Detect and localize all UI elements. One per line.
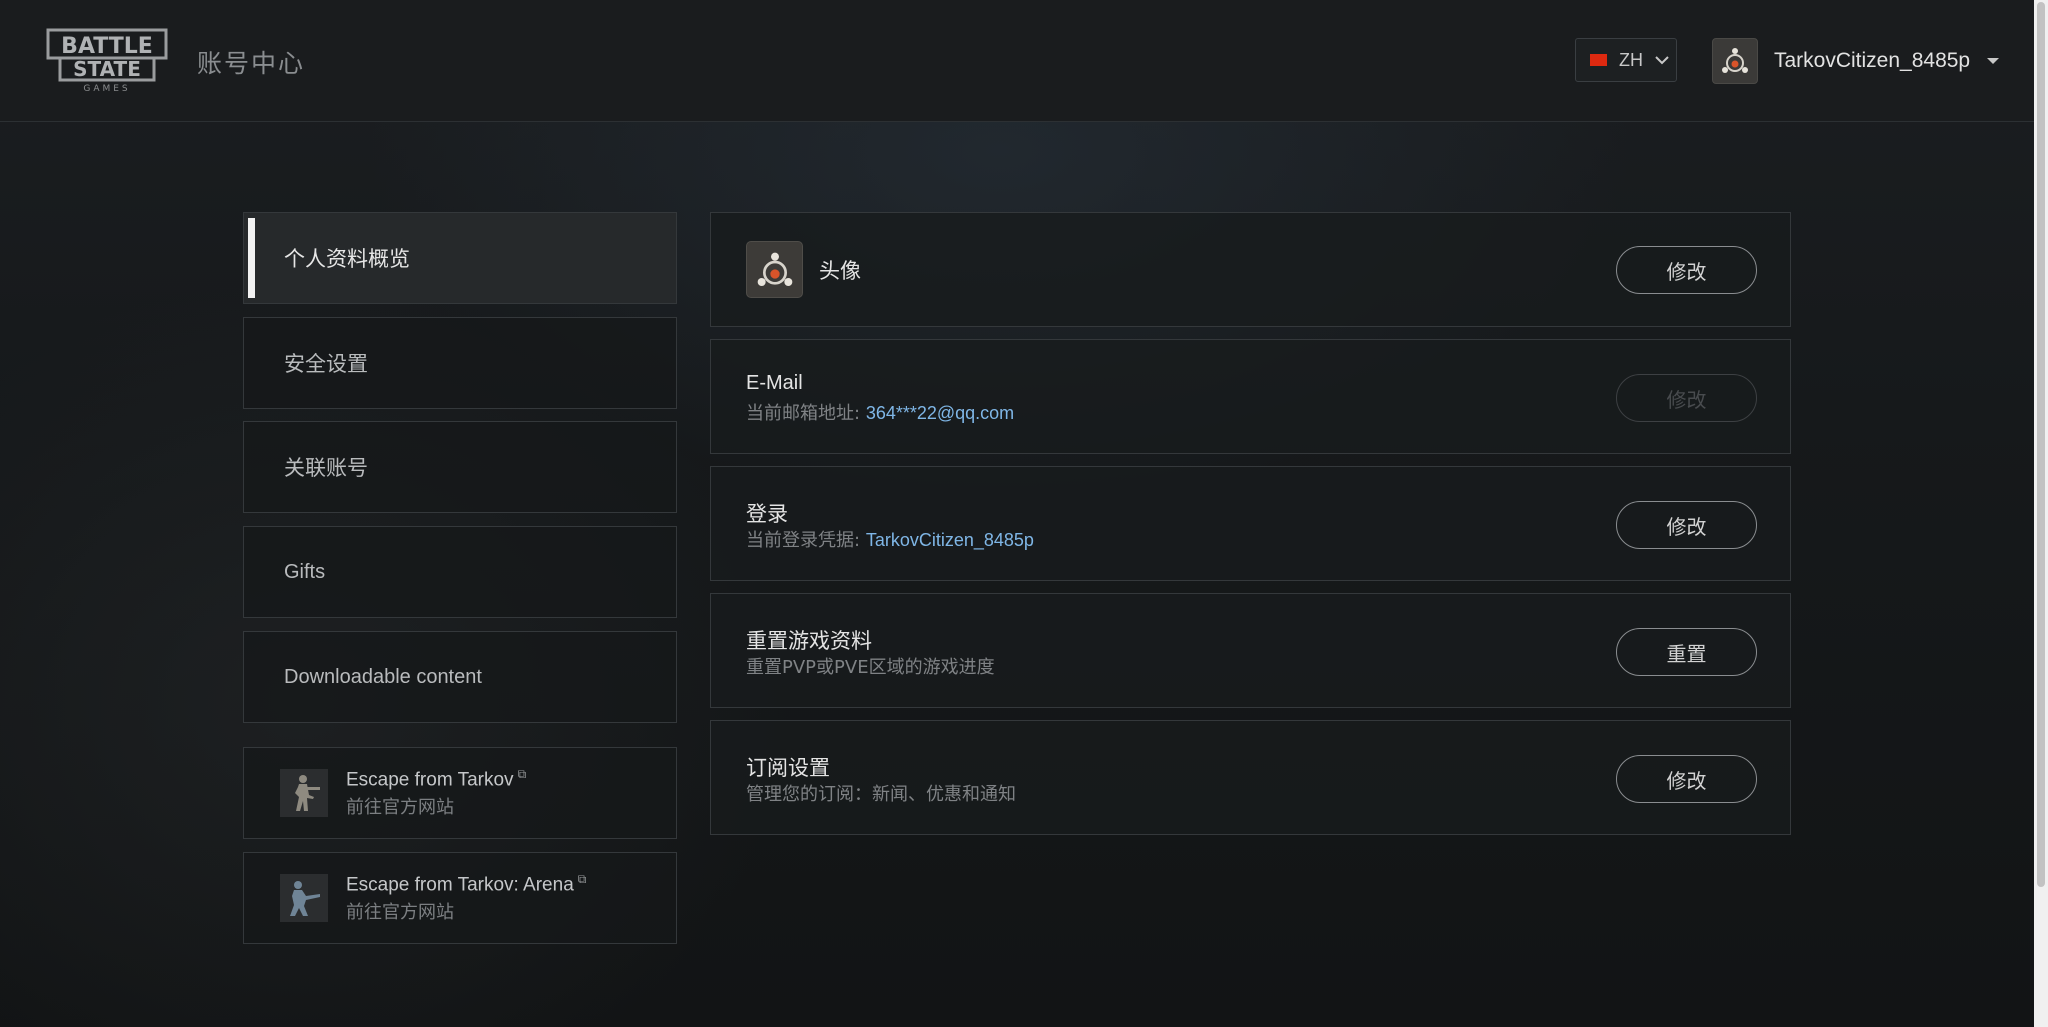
card-title: E-Mail <box>746 372 803 394</box>
game-link-title: Escape from Tarkov: Arena ⧉ <box>346 871 587 896</box>
edit-login-button[interactable]: 修改 <box>1616 501 1757 549</box>
card-title: 重置游戏资料 <box>746 629 872 653</box>
sidebar-link-escape-from-tarkov[interactable]: Escape from Tarkov ⧉ 前往官方网站 <box>243 747 677 839</box>
profile-avatar-icon <box>746 241 803 298</box>
subscription-card: 订阅设置 管理您的订阅：新闻、优惠和通知 修改 <box>710 720 1791 835</box>
active-indicator <box>248 218 255 298</box>
sidebar-item-label: Gifts <box>284 560 326 583</box>
tarkov-soldier-icon <box>280 769 328 817</box>
top-header: BATTLE STATE GAMES 账号中心 ZH TarkovCitizen… <box>0 0 2034 122</box>
card-title: 头像 <box>819 259 861 283</box>
game-link-subtitle: 前往官方网站 <box>346 797 454 819</box>
login-value: TarkovCitizen_8485p <box>865 530 1034 550</box>
edit-email-button[interactable]: 修改 <box>1616 374 1757 422</box>
language-selector[interactable]: ZH <box>1575 38 1677 82</box>
sidebar-item-dlc[interactable]: Downloadable content <box>243 631 677 723</box>
arena-soldier-icon <box>280 874 328 922</box>
username: TarkovCitizen_8485p <box>1774 48 1971 72</box>
chevron-down-icon <box>1655 56 1669 65</box>
logo-word-games: GAMES <box>83 84 130 94</box>
email-value: 364***22@qq.com <box>865 403 1015 423</box>
language-code: ZH <box>1619 49 1643 70</box>
reset-profile-button[interactable]: 重置 <box>1616 628 1757 676</box>
card-subtitle: 当前邮箱地址: 364***22@qq.com <box>746 403 1015 424</box>
page-title: 账号中心 <box>197 49 306 78</box>
battlestate-logo[interactable]: BATTLE STATE GAMES <box>46 28 168 94</box>
reset-profile-card: 重置游戏资料 重置PVP或PVE区域的游戏进度 重置 <box>710 593 1791 708</box>
sidebar-item-linked-accounts[interactable]: 关联账号 <box>243 421 677 513</box>
edit-avatar-button[interactable]: 修改 <box>1616 246 1757 294</box>
game-link-subtitle: 前往官方网站 <box>346 902 454 924</box>
user-menu[interactable]: TarkovCitizen_8485p <box>1712 37 2000 84</box>
login-card: 登录 当前登录凭据: TarkovCitizen_8485p 修改 <box>710 466 1791 581</box>
card-title: 订阅设置 <box>746 756 830 780</box>
sidebar-item-label: 个人资料概览 <box>284 247 410 271</box>
user-avatar-icon <box>1712 37 1758 84</box>
china-flag-icon <box>1590 54 1607 66</box>
caret-down-icon <box>1987 57 2000 64</box>
game-link-title: Escape from Tarkov ⧉ <box>346 766 527 791</box>
sidebar-item-security[interactable]: 安全设置 <box>243 317 677 409</box>
card-subtitle: 重置PVP或PVE区域的游戏进度 <box>746 657 995 678</box>
external-link-icon: ⧉ <box>517 766 527 781</box>
external-link-icon: ⧉ <box>577 871 587 886</box>
sidebar-item-profile-overview[interactable]: 个人资料概览 <box>243 212 677 304</box>
email-card: E-Mail 当前邮箱地址: 364***22@qq.com 修改 <box>710 339 1791 454</box>
sidebar-item-label: 关联账号 <box>284 456 368 480</box>
scrollbar-thumb[interactable] <box>2037 2 2045 887</box>
sidebar-link-escape-from-tarkov-arena[interactable]: Escape from Tarkov: Arena ⧉ 前往官方网站 <box>243 852 677 944</box>
avatar-card: 头像 修改 <box>710 212 1791 327</box>
sidebar-item-label: 安全设置 <box>284 352 368 376</box>
logo-word-battle: BATTLE <box>61 34 153 59</box>
edit-subscription-button[interactable]: 修改 <box>1616 755 1757 803</box>
sidebar-item-label: Downloadable content <box>284 665 482 688</box>
sidebar-item-gifts[interactable]: Gifts <box>243 526 677 618</box>
logo-word-state: STATE <box>73 57 141 81</box>
card-subtitle: 当前登录凭据: TarkovCitizen_8485p <box>746 530 1034 551</box>
card-title: 登录 <box>746 502 788 526</box>
card-subtitle: 管理您的订阅：新闻、优惠和通知 <box>746 784 1016 805</box>
scrollbar[interactable] <box>2034 0 2048 1027</box>
